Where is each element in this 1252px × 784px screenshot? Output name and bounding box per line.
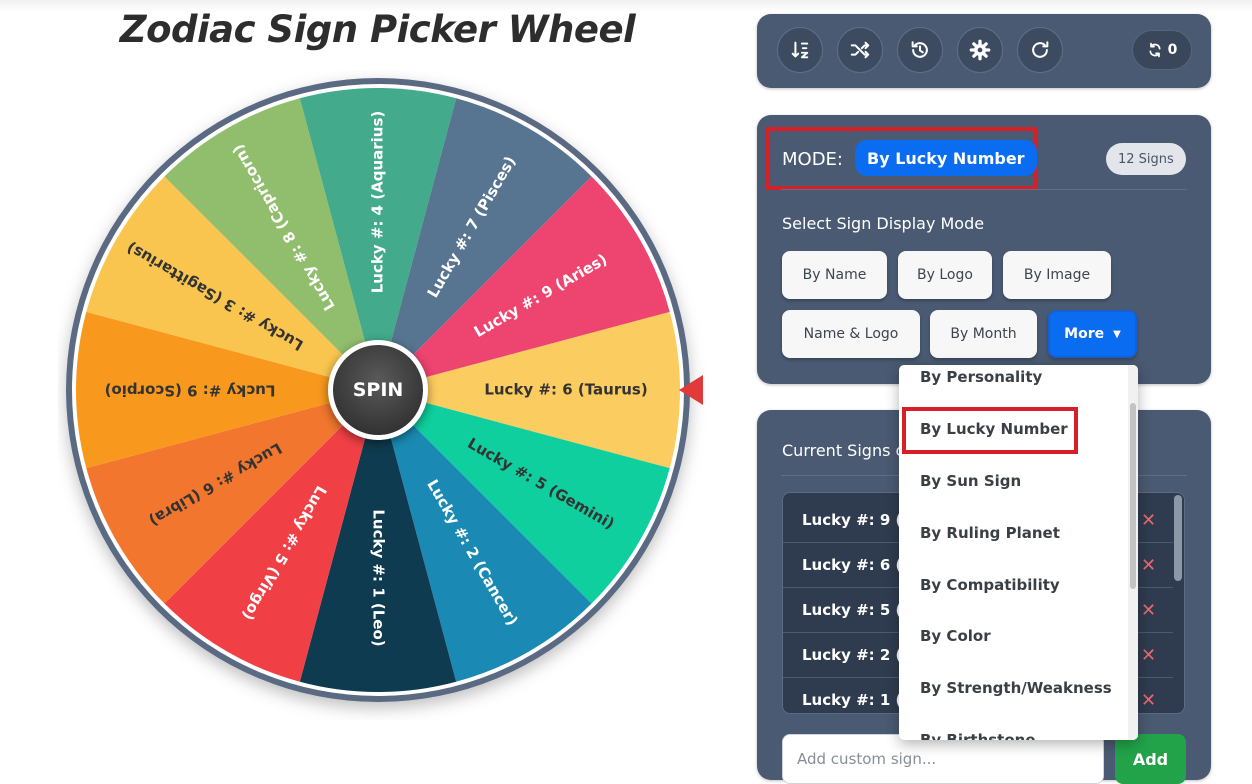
remove-icon[interactable]: ✕ bbox=[1141, 690, 1156, 711]
mode-by-logo-button[interactable]: By Logo bbox=[898, 251, 992, 299]
sign-label: Lucky #: 1 (L bbox=[802, 691, 912, 709]
gear-icon bbox=[969, 39, 991, 61]
toolbar-panel: 0 bbox=[757, 14, 1211, 88]
reset-button[interactable] bbox=[1017, 27, 1063, 73]
add-button[interactable]: Add bbox=[1115, 734, 1186, 784]
spin-button[interactable]: SPIN bbox=[328, 340, 428, 440]
more-button-label: More bbox=[1064, 326, 1105, 342]
more-dropdown-menu: By Personality By Lucky Number By Sun Si… bbox=[899, 365, 1138, 740]
sign-label: Lucky #: 2 (C bbox=[802, 646, 914, 664]
wheel-segment-label: Lucky #: 9 (Scorpio) bbox=[105, 382, 276, 400]
list-scrollbar[interactable] bbox=[1174, 495, 1182, 581]
custom-sign-input[interactable] bbox=[782, 734, 1104, 784]
wheel[interactable]: Lucky #: 6 (Taurus) Lucky #: 5 (Gemini) Lu… bbox=[58, 70, 708, 720]
mode-by-image-button[interactable]: By Image bbox=[1003, 251, 1111, 299]
remove-icon[interactable]: ✕ bbox=[1141, 645, 1156, 666]
wheel-segment-label: Lucky #: 1 (Leo) bbox=[370, 509, 388, 646]
mode-panel: MODE: By Lucky Number 12 Signs Select Si… bbox=[757, 115, 1211, 384]
remove-icon[interactable]: ✕ bbox=[1141, 510, 1156, 531]
mode-by-month-button[interactable]: By Month bbox=[930, 310, 1037, 358]
sort-icon bbox=[791, 41, 809, 59]
chevron-down-icon: ▼ bbox=[1113, 328, 1121, 340]
menu-item-by-strength-weakness[interactable]: By Strength/Weakness bbox=[899, 662, 1127, 714]
menu-item-by-birthstone[interactable]: By Birthstone bbox=[899, 714, 1127, 740]
menu-item-by-compatibility[interactable]: By Compatibility bbox=[899, 559, 1127, 611]
menu-item-by-ruling-planet[interactable]: By Ruling Planet bbox=[899, 507, 1127, 559]
menu-item-by-color[interactable]: By Color bbox=[899, 610, 1127, 662]
mode-subtitle: Select Sign Display Mode bbox=[782, 214, 985, 233]
page-title: Zodiac Sign Picker Wheel bbox=[119, 8, 636, 51]
wheel-segment-label: Lucky #: 4 (Aquarius) bbox=[369, 111, 387, 294]
sync-icon bbox=[1149, 42, 1161, 58]
history-button[interactable] bbox=[897, 27, 943, 73]
sign-label: Lucky #: 5 (G bbox=[802, 601, 915, 619]
sort-button[interactable] bbox=[777, 27, 823, 73]
more-button[interactable]: More ▼ bbox=[1048, 310, 1137, 358]
menu-item-by-sun-sign[interactable]: By Sun Sign bbox=[899, 455, 1127, 507]
menu-item-by-personality[interactable]: By Personality bbox=[899, 365, 1127, 403]
mode-name-logo-button[interactable]: Name & Logo bbox=[782, 310, 920, 358]
signs-count-badge: 12 Signs bbox=[1106, 143, 1186, 175]
wheel-segment-label: Lucky #: 6 (Taurus) bbox=[484, 381, 647, 399]
sign-label: Lucky #: 9 (A bbox=[802, 511, 915, 529]
history-icon bbox=[911, 41, 928, 58]
divider bbox=[781, 189, 1187, 190]
mode-by-name-button[interactable]: By Name bbox=[782, 251, 887, 299]
remove-icon[interactable]: ✕ bbox=[1141, 555, 1156, 576]
mode-value-badge: By Lucky Number bbox=[855, 140, 1037, 176]
shuffle-icon bbox=[850, 41, 870, 59]
remove-icon[interactable]: ✕ bbox=[1141, 600, 1156, 621]
spin-count-value: 0 bbox=[1167, 42, 1178, 58]
mode-label: MODE: bbox=[782, 149, 843, 170]
menu-scrollbar-thumb[interactable] bbox=[1130, 403, 1136, 589]
menu-highlight-box bbox=[902, 407, 1078, 454]
shuffle-button[interactable] bbox=[837, 27, 883, 73]
reset-icon bbox=[1032, 41, 1049, 58]
settings-button[interactable] bbox=[957, 27, 1003, 73]
spin-count-badge: 0 bbox=[1132, 30, 1192, 70]
current-signs-title: Current Signs o bbox=[782, 441, 906, 460]
sign-label: Lucky #: 6 (T bbox=[802, 556, 913, 574]
